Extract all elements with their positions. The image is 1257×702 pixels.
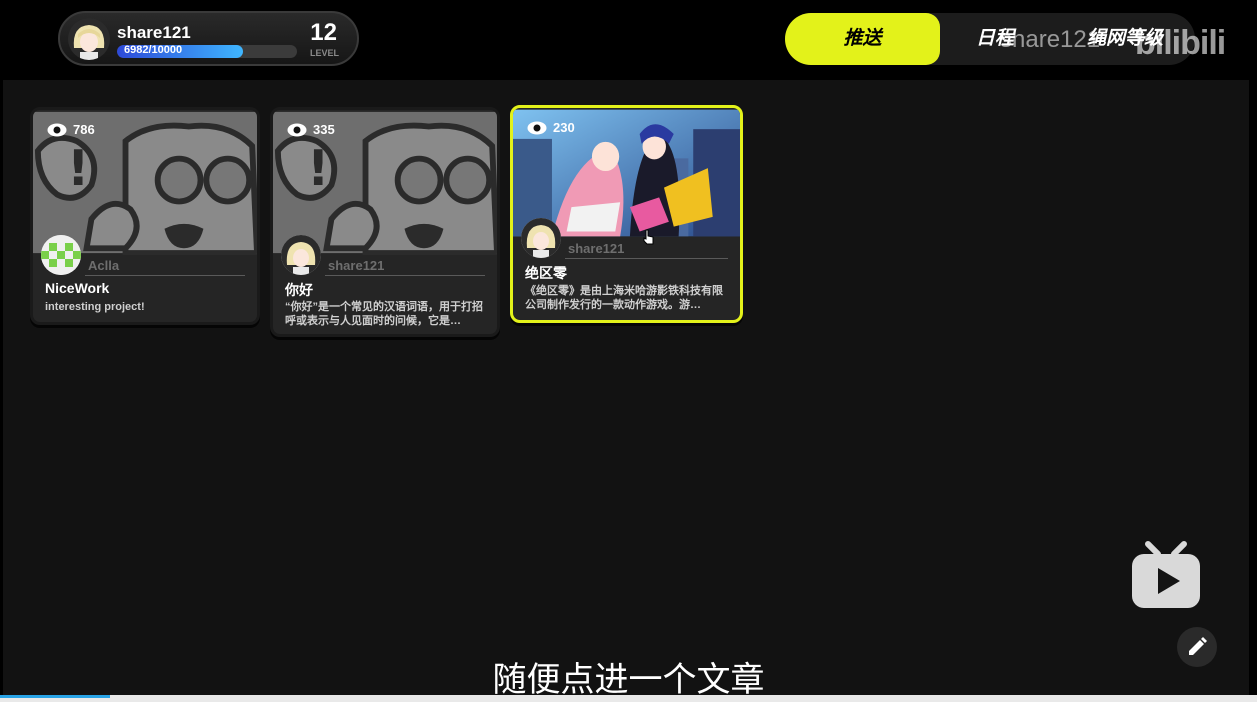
svg-text:!: ! <box>307 141 329 197</box>
card-description: 《绝区零》是由上海米哈游影铁科技有限公司制作发行的一款动作游戏。游… <box>525 285 723 311</box>
card-description: “你好”是一个常见的汉语词语，用于打招呼或表示与人见面时的问候，它是… <box>285 301 483 327</box>
author-name: share121 <box>568 241 625 256</box>
view-count-value: 230 <box>553 120 575 135</box>
view-count: 230 <box>527 120 575 135</box>
bilibili-tv-icon[interactable] <box>1130 540 1202 610</box>
watermark-text: share121 <box>1000 26 1101 53</box>
card-title: NiceWork <box>45 280 110 296</box>
divider <box>565 258 728 259</box>
article-card-selected[interactable]: 230 share121 绝区零 《绝区零》是由上海米哈游影铁科技有限公司制作发… <box>510 105 743 323</box>
article-card[interactable]: ! 335 share121 你好 “你好”是一个常见的汉语词语，用于打招呼或表… <box>270 107 500 337</box>
progress-fill <box>0 695 110 698</box>
profile-badge[interactable]: share121 6982/10000 12 LEVEL <box>58 11 359 66</box>
eye-icon <box>287 123 307 136</box>
view-count: 335 <box>287 122 335 137</box>
xp-text: 6982/10000 <box>124 44 183 56</box>
level-number: 12 <box>310 19 337 46</box>
eye-icon <box>47 123 67 136</box>
author-avatar <box>281 235 321 275</box>
author-avatar <box>41 235 81 275</box>
view-count-value: 335 <box>313 122 335 137</box>
card-title: 你好 <box>285 282 313 298</box>
svg-text:!: ! <box>67 141 89 197</box>
author-avatar <box>521 218 561 258</box>
tab-push[interactable]: 推送 <box>785 13 940 65</box>
user-avatar <box>68 18 110 60</box>
top-bar: share121 6982/10000 12 LEVEL 推送 日程 绳网等级 … <box>0 0 1257 78</box>
card-description: interesting project! <box>45 301 145 313</box>
divider <box>325 275 485 276</box>
divider <box>85 275 245 276</box>
author-name: share121 <box>328 258 385 273</box>
view-count: 786 <box>47 122 95 137</box>
bilibili-logo: bilibili <box>1135 22 1230 71</box>
username: share121 <box>117 23 191 42</box>
tab-bar: 推送 日程 绳网等级 <box>785 13 1195 65</box>
article-card[interactable]: ! 786 Aclla NiceWork interesting project… <box>30 107 260 325</box>
video-subtitle: 随便点进一个文章 <box>492 660 765 700</box>
mouse-cursor-icon <box>643 229 654 245</box>
eye-icon <box>527 121 547 134</box>
level-label: LEVEL <box>309 48 339 58</box>
video-progress-bar[interactable] <box>0 695 1257 702</box>
author-name: Aclla <box>88 258 120 273</box>
card-title: 绝区零 <box>525 265 567 281</box>
view-count-value: 786 <box>73 122 95 137</box>
svg-text:bilibili: bilibili <box>1135 24 1225 62</box>
